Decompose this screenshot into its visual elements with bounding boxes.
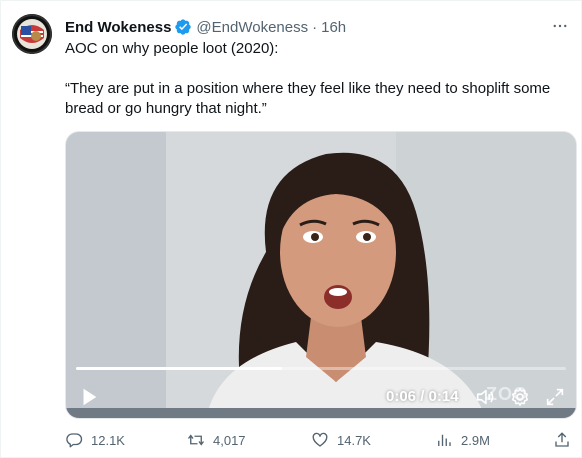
tweet-text: AOC on why people loot (2020): “They are… [65,39,575,139]
share-icon [555,432,569,447]
video-progress-bar[interactable] [76,367,566,370]
like-icon [312,432,328,447]
tweet-text-quote: “They are put in a position where they f… [65,80,551,117]
play-icon[interactable] [78,386,100,408]
retweet-count: 4,017 [213,432,246,448]
tweet-header: End Wokeness @EndWokeness · 16h [65,17,346,37]
fullscreen-icon[interactable] [544,386,566,408]
views-button[interactable]: 2.9M [435,431,490,449]
more-icon[interactable] [549,15,571,37]
retweet-button[interactable]: 4,017 [187,431,246,449]
reply-icon [66,433,83,448]
volume-icon[interactable] [474,386,496,408]
verified-badge-icon[interactable] [174,18,192,36]
separator-dot: · [312,18,318,36]
tweet-card[interactable]: End Wokeness @EndWokeness · 16h AOC on w… [0,0,582,458]
handle[interactable]: @EndWokeness [196,19,308,36]
views-count: 2.9M [461,432,490,448]
like-button[interactable]: 14.7K [311,431,371,449]
timestamp[interactable]: 16h [321,19,346,36]
reply-button[interactable]: 12.1K [65,431,125,449]
video-timecode: 0:06 / 0:14 [386,388,459,405]
video-controls: 0:06 / 0:14 [66,380,576,414]
tweet-text-line1: AOC on why people loot (2020): [65,40,279,57]
display-name[interactable]: End Wokeness [65,19,171,36]
video-frame-person [66,152,576,418]
tweet-actions: 12.1K 4,017 14.7K 2.9M [65,431,577,451]
retweet-icon [187,434,205,446]
share-button[interactable] [553,431,571,449]
views-icon [438,434,451,446]
video-progress-fill [76,367,282,370]
video-player[interactable]: ZOO 0:06 / 0:14 [65,131,577,419]
reply-count: 12.1K [91,432,125,448]
settings-icon[interactable] [509,386,531,408]
avatar[interactable] [12,14,52,54]
like-count: 14.7K [337,432,371,448]
